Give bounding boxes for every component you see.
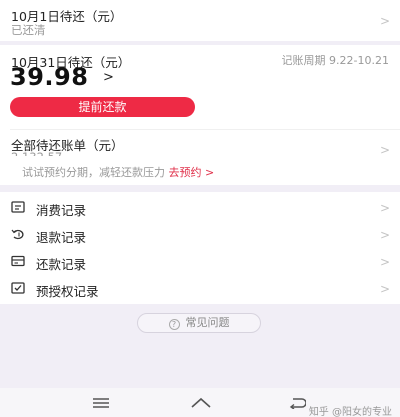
menu-item-refund[interactable]: 退款记录 > xyxy=(0,221,400,248)
menu-icon[interactable] xyxy=(92,397,110,409)
billing-cycle: 记账周期 9.22-10.21 xyxy=(281,54,389,67)
book-installment-link[interactable]: 去预约 > xyxy=(169,166,215,179)
menu-item-label: 退款记录 xyxy=(36,230,87,245)
due-amount[interactable]: 39.98 xyxy=(10,63,88,91)
records-menu: 消费记录 > 退款记录 > 还款记录 > 预授权记录 > xyxy=(0,192,400,304)
chevron-right-icon: > xyxy=(379,282,390,296)
menu-item-label: 还款记录 xyxy=(36,257,87,272)
refund-icon xyxy=(11,229,24,240)
question-icon: ? xyxy=(168,319,180,330)
promo-message: 试试预约分期，减轻还款压力 xyxy=(22,166,165,179)
due-oct1-status: 已还清 xyxy=(11,23,46,37)
chevron-right-icon: > xyxy=(379,201,390,215)
menu-item-consumption[interactable]: 消费记录 > xyxy=(0,194,400,221)
checkbox-icon xyxy=(11,282,25,294)
menu-item-label: 预授权记录 xyxy=(36,284,99,299)
watermark: 知乎 @阳女的专业 xyxy=(308,407,392,417)
home-icon[interactable] xyxy=(190,397,212,409)
promo-text: 试试预约分期，减轻还款压力 去预约 > xyxy=(22,164,214,180)
menu-item-label: 消费记录 xyxy=(36,203,87,218)
chevron-right-icon: > xyxy=(379,255,390,269)
back-icon[interactable] xyxy=(288,397,306,409)
menu-item-preauth[interactable]: 预授权记录 > xyxy=(0,275,400,302)
due-amount-arrow-icon[interactable]: > xyxy=(103,70,114,85)
due-oct1-card[interactable]: 10月1日待还（元） 已还清 > xyxy=(0,0,400,41)
faq-button[interactable]: ? 常见问题 xyxy=(137,313,261,333)
faq-label: 常见问题 xyxy=(185,316,230,329)
card-icon xyxy=(11,255,25,267)
chevron-right-icon[interactable]: > xyxy=(380,143,390,157)
bill-icon xyxy=(11,201,25,213)
divider xyxy=(10,129,400,130)
system-nav-bar: 知乎 @阳女的专业 xyxy=(0,388,400,417)
promo-card: 试试预约分期，减轻还款压力 去预约 > xyxy=(0,156,400,184)
chevron-right-icon: > xyxy=(379,228,390,242)
menu-item-repayment[interactable]: 还款记录 > xyxy=(0,248,400,275)
chevron-right-icon: > xyxy=(379,14,390,28)
early-repay-button[interactable]: 提前还款 xyxy=(10,97,195,117)
